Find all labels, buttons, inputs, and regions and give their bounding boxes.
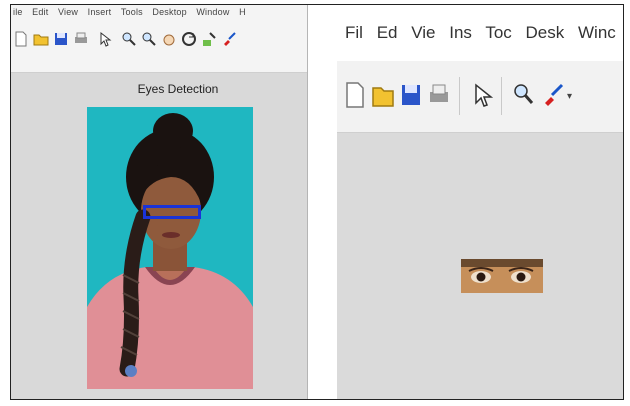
toolbar-separator (501, 77, 502, 115)
screenshot-frame: ile Edit View Insert Tools Desktop Windo… (10, 4, 624, 400)
menu-view[interactable]: Vie (411, 23, 435, 42)
save-icon[interactable] (53, 31, 69, 47)
new-file-icon[interactable] (343, 81, 367, 109)
data-cursor-icon[interactable] (201, 31, 217, 47)
print-icon[interactable] (73, 31, 89, 47)
pan-icon[interactable] (161, 31, 177, 47)
menu-file[interactable]: Fil (345, 23, 363, 42)
eyes-detection-figure-window: ile Edit View Insert Tools Desktop Windo… (11, 5, 308, 399)
open-folder-icon[interactable] (371, 81, 395, 109)
menu-help[interactable]: H (239, 7, 246, 17)
menu-window[interactable]: Window (196, 7, 229, 17)
menu-edit[interactable]: Ed (377, 23, 398, 42)
eye-detection-box (143, 205, 201, 219)
menu-edit[interactable]: Edit (32, 7, 48, 17)
menu-bar: ile Edit View Insert Tools Desktop Windo… (11, 5, 307, 25)
menu-insert[interactable]: Ins (449, 23, 472, 42)
menu-bar: Fil Ed Vie Ins Toc Desk Winc He (337, 5, 623, 61)
cropped-eyes-figure-window: Fil Ed Vie Ins Toc Desk Winc He ▾ (337, 5, 623, 399)
menu-file[interactable]: ile (13, 7, 23, 17)
save-icon[interactable] (399, 81, 423, 109)
zoom-in-icon[interactable] (121, 31, 137, 47)
figure-toolbar: ▾ (337, 61, 623, 133)
menu-window[interactable]: Winc (578, 23, 616, 42)
menu-tools[interactable]: Tools (121, 7, 143, 17)
new-file-icon[interactable] (13, 31, 29, 47)
brush-icon[interactable] (541, 81, 565, 109)
portrait-image (87, 107, 253, 389)
zoom-in-icon[interactable] (511, 81, 535, 109)
menu-desktop[interactable]: Desktop (152, 7, 186, 17)
pointer-icon[interactable] (97, 31, 113, 47)
print-icon[interactable] (427, 81, 451, 109)
toolbar-separator (459, 77, 460, 115)
portrait-illustration (87, 113, 253, 389)
figure-title: Eyes Detection (137, 82, 219, 96)
open-folder-icon[interactable] (33, 31, 49, 47)
pointer-icon[interactable] (469, 81, 493, 109)
zoom-out-icon[interactable] (141, 31, 157, 47)
cropped-eyes-image (461, 259, 543, 293)
menu-desktop[interactable]: Desk (526, 23, 565, 42)
menu-view[interactable]: View (58, 7, 78, 17)
cropped-eyes-illustration (461, 259, 543, 293)
menu-tools[interactable]: Toc (485, 23, 511, 42)
rotate-icon[interactable] (181, 31, 197, 47)
brush-icon[interactable] (221, 31, 237, 47)
figure-toolbar (11, 25, 307, 73)
menu-insert[interactable]: Insert (88, 7, 112, 17)
chevron-down-icon[interactable]: ▾ (567, 91, 572, 102)
